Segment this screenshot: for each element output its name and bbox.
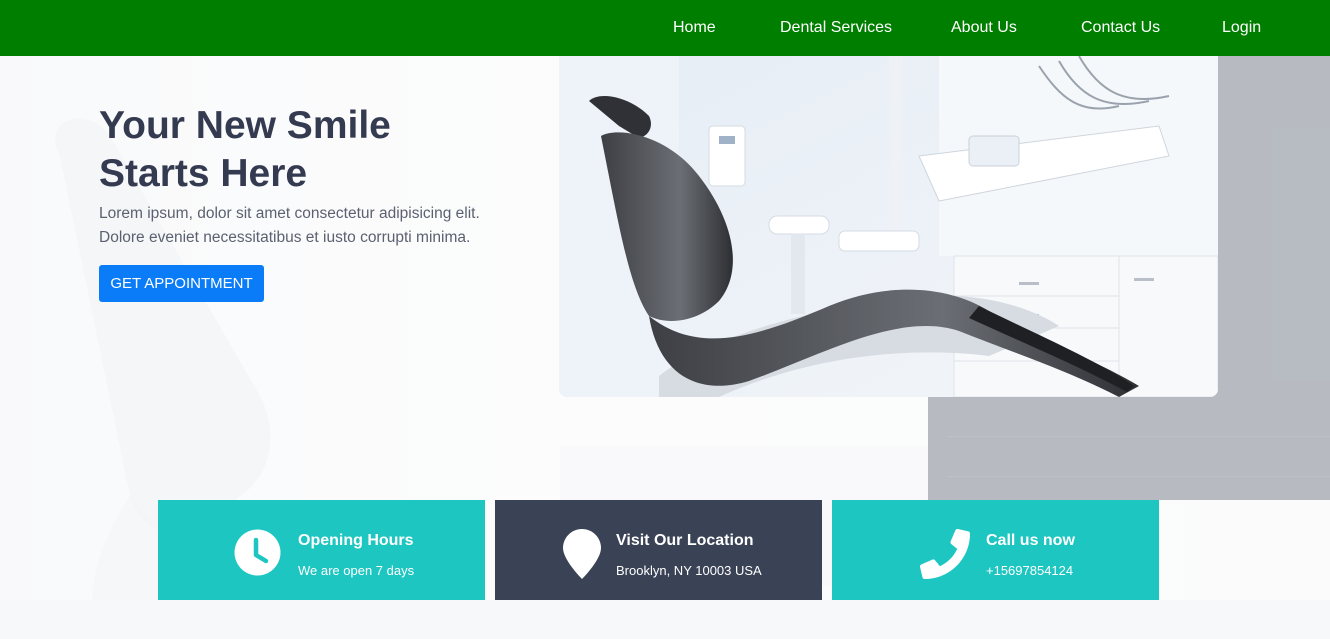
hero-title-line1: Your New Smile [99, 104, 391, 147]
nav-login-link[interactable]: Login [1222, 19, 1261, 37]
hero-subtitle-line1: Lorem ipsum, dolor sit amet consectetur … [99, 205, 480, 222]
hero-title: Your New Smile Starts Here [99, 102, 539, 198]
nav-dental-services-link[interactable]: Dental Services [780, 19, 892, 37]
visit-location-card: Visit Our Location Brooklyn, NY 10003 US… [495, 500, 822, 600]
visit-location-title: Visit Our Location [616, 532, 754, 549]
nav-contact-us-link[interactable]: Contact Us [1081, 19, 1160, 37]
hero-subtitle: Lorem ipsum, dolor sit amet consectetur … [99, 202, 529, 250]
hero-dental-chair-image [559, 56, 1218, 397]
get-appointment-button[interactable]: GET APPOINTMENT [99, 265, 264, 302]
background-bottom-strip [0, 600, 1330, 639]
opening-hours-card: Opening Hours We are open 7 days [158, 500, 485, 600]
clock-icon [234, 529, 281, 576]
phone-icon [920, 529, 970, 579]
nav-home-link[interactable]: Home [673, 19, 716, 37]
location-pin-icon [563, 529, 601, 579]
hero-title-line2: Starts Here [99, 152, 308, 195]
top-navbar: Home Dental Services About Us Contact Us… [0, 0, 1330, 56]
call-us-card: Call us now +15697854124 [832, 500, 1159, 600]
call-us-text: +15697854124 [986, 563, 1074, 578]
opening-hours-text: We are open 7 days [298, 563, 415, 578]
nav-about-us-link[interactable]: About Us [951, 19, 1017, 37]
hero-subtitle-line2: Dolore eveniet necessitatibus et iusto c… [99, 229, 471, 246]
visit-location-text: Brooklyn, NY 10003 USA [616, 563, 762, 578]
opening-hours-title: Opening Hours [298, 532, 414, 549]
call-us-title: Call us now [986, 532, 1075, 549]
